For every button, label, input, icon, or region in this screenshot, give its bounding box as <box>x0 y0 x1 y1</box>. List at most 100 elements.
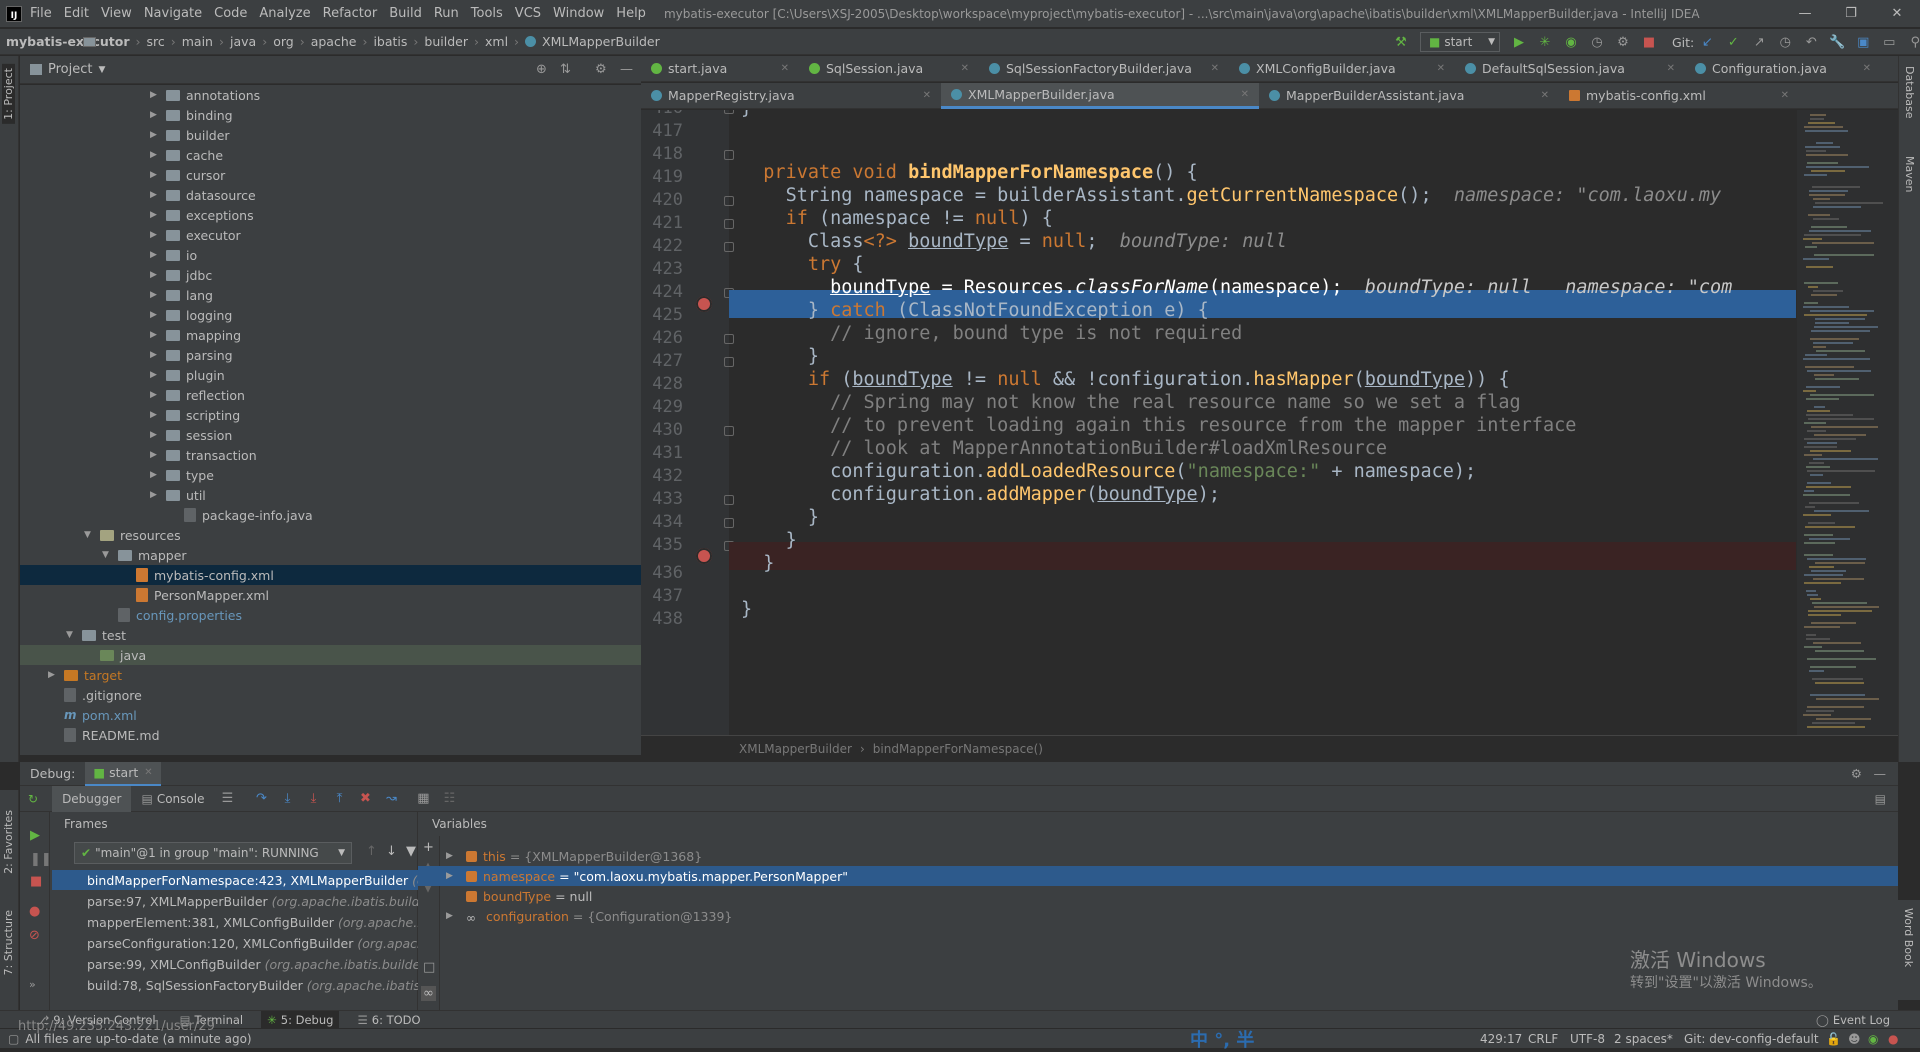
tree-node-builder[interactable]: ▶ builder <box>150 125 230 145</box>
project-view-select[interactable]: Project <box>48 62 92 77</box>
step-into-icon[interactable]: ⤓ <box>276 788 298 810</box>
translate-icon[interactable]: ▣ <box>1852 31 1874 53</box>
editor-breadcrumb-method[interactable]: bindMapperForNamespace() <box>873 742 1043 756</box>
code-editor[interactable]: 416 417 418 419 420 421 422 423 424 425 426 427 428 4… <box>641 110 1796 735</box>
force-step-into-icon[interactable]: ⤓ <box>302 788 324 810</box>
stop-debug-icon[interactable]: ■ <box>30 874 42 889</box>
expand-arrow-icon[interactable]: ▼ <box>66 630 76 640</box>
breadcrumb-project[interactable]: mybatis-executor › <box>6 34 141 49</box>
close-tab-icon[interactable]: ✕ <box>1437 63 1445 74</box>
fold-marker-icon[interactable] <box>724 110 734 114</box>
expand-arrow-icon[interactable]: ▶ <box>150 130 160 140</box>
tree-node-datasource[interactable]: ▶ datasource <box>150 185 256 205</box>
tree-node-util[interactable]: ▶ util <box>150 485 206 505</box>
variable-row-boundType[interactable]: boundType = null <box>418 886 1898 906</box>
tree-node-type[interactable]: ▶ type <box>150 465 214 485</box>
tree-node-lang[interactable]: ▶ lang <box>150 285 213 305</box>
breadcrumb-ibatis[interactable]: ibatis › <box>83 34 418 49</box>
stack-frame[interactable]: parse:97, XMLMapperBuilder (org.apache.ib… <box>52 891 438 911</box>
expand-arrow-icon[interactable]: ▶ <box>150 310 160 320</box>
expand-arrow-icon[interactable]: ▶ <box>446 851 460 861</box>
expand-arrow-icon[interactable]: ▶ <box>446 911 460 921</box>
glasses-icon[interactable]: ∞ <box>421 986 436 1001</box>
notification-icon[interactable]: ● <box>1888 1032 1898 1046</box>
tree-node-jdbc[interactable]: ▶ jdbc <box>150 265 212 285</box>
hide-panel-icon[interactable]: — <box>1874 766 1887 781</box>
trace-icon[interactable]: ☷ <box>438 788 460 810</box>
expand-arrow-icon[interactable]: ▶ <box>150 270 160 280</box>
menu-navigate[interactable]: Navigate <box>144 6 202 21</box>
tree-node-exceptions[interactable]: ▶ exceptions <box>150 205 254 225</box>
hide-panel-icon[interactable]: — <box>620 62 633 77</box>
settings-icon[interactable]: 🔧 <box>1826 31 1848 53</box>
restore-icon[interactable]: ❐ <box>1828 0 1874 28</box>
expand-arrow-icon[interactable]: ▶ <box>150 350 160 360</box>
menu-vcs[interactable]: VCS <box>515 6 541 21</box>
inspector-icon[interactable]: ☻ <box>1848 1032 1861 1046</box>
editor-tab-mybatis-config-xml[interactable]: mybatis-config.xml ✕ <box>1559 83 1799 109</box>
breadcrumb-org[interactable]: org › <box>83 34 305 49</box>
tree-node-target[interactable]: ▶ target <box>48 665 122 685</box>
filter-icon[interactable]: ▼ <box>406 844 416 859</box>
run-icon[interactable]: ▶ <box>1508 31 1530 53</box>
expand-arrow-icon[interactable]: ▼ <box>102 550 112 560</box>
stack-frame[interactable]: parse:99, XMLConfigBuilder (org.apache.ib… <box>52 954 438 974</box>
fold-marker-icon[interactable] <box>724 242 734 252</box>
variable-row-this[interactable]: ▶ this = {XMLMapperBuilder@1368} <box>418 846 1898 866</box>
tree-node-package-info-java[interactable]: package-info.java <box>168 505 313 525</box>
fold-marker-icon[interactable] <box>724 426 734 436</box>
evaluate-icon[interactable]: ▦ <box>412 788 434 810</box>
expand-arrow-icon[interactable]: ▶ <box>150 190 160 200</box>
plugin-icon[interactable]: ◉ <box>1868 1032 1878 1046</box>
breadcrumb-main[interactable]: main › <box>83 34 224 49</box>
tool-todo[interactable]: ☰ 6: TODO <box>357 1013 420 1027</box>
git-push-icon[interactable]: ↗ <box>1748 31 1770 53</box>
code-minimap[interactable] <box>1797 110 1898 735</box>
close-tab-icon[interactable]: ✕ <box>144 767 152 778</box>
breadcrumb-src[interactable]: src › <box>83 34 176 49</box>
step-out-icon[interactable]: ⤒ <box>328 788 350 810</box>
expand-arrow-icon[interactable]: ▶ <box>48 670 58 680</box>
editor-tab-start-java[interactable]: start.java ✕ <box>641 56 799 82</box>
run-to-cursor-icon[interactable]: ↝ <box>380 788 402 810</box>
expand-arrow-icon[interactable]: ▶ <box>150 430 160 440</box>
editor-tab-defaultsqlsession-java[interactable]: DefaultSqlSession.java ✕ <box>1455 56 1685 82</box>
breadcrumb-builder[interactable]: builder › <box>83 34 479 49</box>
expand-arrow-icon[interactable]: ▶ <box>150 170 160 180</box>
tree-node--gitignore[interactable]: .gitignore <box>48 685 142 705</box>
tool-debug[interactable]: ✳ 5: Debug <box>261 1010 340 1029</box>
editor-breadcrumb-class[interactable]: XMLMapperBuilder <box>739 742 852 756</box>
fold-marker-icon[interactable] <box>724 196 734 206</box>
expand-arrow-icon[interactable]: ▶ <box>150 90 160 100</box>
debug-bug-icon[interactable]: ✳ <box>1534 31 1556 53</box>
tree-node-executor[interactable]: ▶ executor <box>150 225 241 245</box>
breadcrumb-apache[interactable]: apache › <box>83 34 367 49</box>
stack-frame[interactable]: build:78, SqlSessionFactoryBuilder (org.a… <box>52 975 438 995</box>
drop-frame-icon[interactable]: ✖ <box>354 788 376 810</box>
close-tab-icon[interactable]: ✕ <box>1541 90 1549 101</box>
rerun-icon[interactable]: ↻ <box>28 792 38 806</box>
menu-build[interactable]: Build <box>389 6 422 21</box>
expand-arrow-icon[interactable]: ▶ <box>150 370 160 380</box>
menu-refactor[interactable]: Refactor <box>323 6 378 21</box>
maven-side-tab[interactable]: Maven <box>1903 156 1916 192</box>
menu-code[interactable]: Code <box>214 6 247 21</box>
arrow-down-icon[interactable]: ↓ <box>386 844 397 859</box>
expand-arrow-icon[interactable]: ▶ <box>150 330 160 340</box>
expand-arrow-icon[interactable]: ▶ <box>150 290 160 300</box>
file-encoding[interactable]: UTF-8 <box>1570 1032 1605 1046</box>
layout-icon[interactable]: ☰ <box>216 788 238 810</box>
restore-layout-icon[interactable]: ▤ <box>1875 792 1886 806</box>
tree-node-plugin[interactable]: ▶ plugin <box>150 365 225 385</box>
debug-session-tab[interactable]: ■ start ✕ <box>85 761 161 786</box>
tree-node-transaction[interactable]: ▶ transaction <box>150 445 257 465</box>
tree-node-mapper[interactable]: ▼ mapper <box>102 545 187 565</box>
project-side-tab[interactable]: 1: Project <box>2 64 15 124</box>
menu-view[interactable]: View <box>101 6 132 21</box>
git-history-icon[interactable]: ◷ <box>1774 31 1796 53</box>
tree-node-reflection[interactable]: ▶ reflection <box>150 385 245 405</box>
pause-icon[interactable]: ❚❚ <box>30 852 52 867</box>
collapse-all-icon[interactable]: ⇅ <box>560 62 571 77</box>
tree-node-pom-xml[interactable]: m pom.xml <box>48 705 137 725</box>
gear-icon[interactable]: ⚙ <box>595 62 607 77</box>
